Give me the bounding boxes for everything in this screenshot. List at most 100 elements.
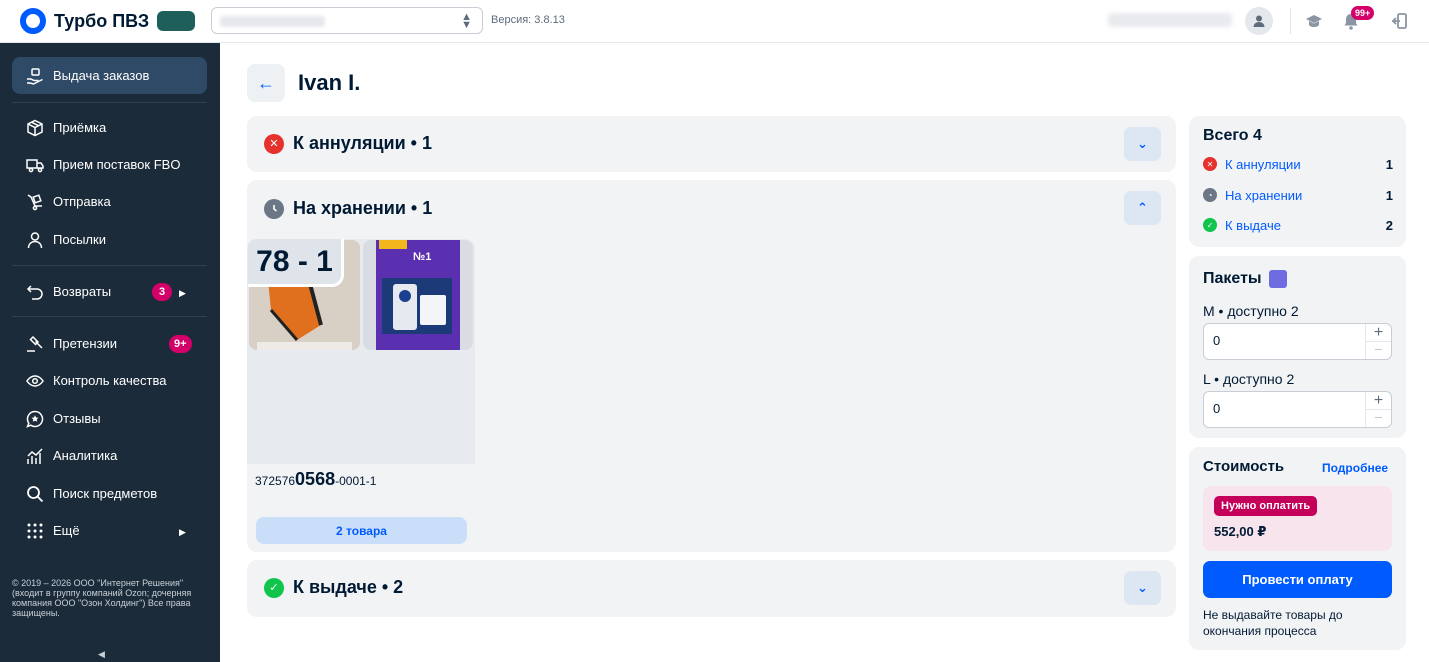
app-version: Версия: 3.8.13: [491, 14, 565, 26]
increment-m-button[interactable]: +: [1365, 324, 1391, 342]
chevron-right-icon: ▶: [179, 288, 186, 298]
pay-button[interactable]: Провести оплату: [1203, 561, 1392, 598]
claims-badge: 9+: [169, 335, 192, 353]
cost-title: Стоимость: [1203, 458, 1285, 475]
sidebar-item-returns[interactable]: Возвраты: [12, 273, 207, 310]
sidebar-item-reviews[interactable]: Отзывы: [12, 400, 207, 437]
items-count-button[interactable]: 2 товара: [256, 517, 467, 544]
sidebar-item-label: Аналитика: [53, 448, 118, 463]
package-l-input[interactable]: [1213, 401, 1333, 416]
user-icon: [1253, 15, 1265, 27]
hand-package-icon: [25, 66, 45, 86]
expand-cancel-button[interactable]: ⌄: [1124, 127, 1161, 161]
sidebar-divider: [12, 102, 207, 103]
packages-title: Пакеты: [1203, 270, 1262, 287]
updown-chevron-icon: ▲ ▼: [461, 11, 472, 31]
package-bag-icon: [1268, 270, 1287, 288]
sidebar-item-order-issue[interactable]: Выдача заказов: [12, 57, 207, 94]
group-issue: ✓ К выдаче • 2 ⌄: [247, 560, 1176, 617]
logo-ring-icon: [20, 8, 46, 34]
summary-row-count: 1: [1385, 187, 1393, 203]
dots-grid-icon: [25, 521, 45, 541]
sidebar-item-quality-control[interactable]: Контроль качества: [12, 362, 207, 399]
sidebar-divider: [12, 265, 207, 266]
payment-warning: Не выдавайте товары до окончания процесс…: [1203, 608, 1343, 638]
sidebar-item-label: Приёмка: [53, 120, 107, 135]
card-footer: 3725760568-0001-1 2 товара: [247, 464, 475, 551]
package-l-stepper[interactable]: + −: [1203, 391, 1392, 428]
summary-row-storage[interactable]: ◔ На хранении 1: [1203, 186, 1393, 204]
package-m-stepper[interactable]: + −: [1203, 323, 1392, 360]
chevron-up-icon: ⌃: [1137, 200, 1148, 215]
group-issue-title: К выдаче • 2: [293, 577, 404, 597]
summary-row-label: На хранении: [1225, 187, 1303, 203]
box-icon: [25, 118, 45, 138]
truck-icon: [25, 155, 45, 175]
person-icon: [25, 230, 45, 250]
svg-text:№1: №1: [413, 251, 431, 263]
decrement-m-button[interactable]: −: [1365, 342, 1391, 359]
group-cancel-title: К аннуляции • 1: [293, 133, 432, 153]
order-card[interactable]: 78 - 1 №1 3725760568-0001-1 2 товара: [247, 239, 475, 551]
package-m-label: M • доступно 2: [1203, 303, 1299, 319]
app-logo[interactable]: Турбо ПВЗ: [20, 8, 196, 34]
summary-panel: Всего 4 ✕ К аннуляции 1 ◔ На хранении 1 …: [1189, 116, 1406, 247]
group-storage-title: На хранении • 1: [293, 198, 433, 218]
group-issue-header[interactable]: ✓ К выдаче • 2: [264, 577, 403, 598]
increment-l-button[interactable]: +: [1365, 392, 1391, 410]
sidebar-item-label: Отзывы: [53, 411, 101, 426]
summary-title: Всего 4: [1203, 127, 1262, 144]
topbar-divider: [1290, 8, 1291, 34]
collapse-storage-button[interactable]: ⌃: [1124, 191, 1161, 225]
collapse-sidebar-icon[interactable]: ◀: [98, 649, 105, 660]
check-status-icon: ✓: [1203, 218, 1217, 232]
sidebar-item-parcels[interactable]: Посылки: [12, 221, 207, 258]
clock-status-icon: [264, 198, 284, 219]
sidebar-item-more[interactable]: Ещё: [12, 512, 207, 549]
chevron-right-icon: ▶: [179, 527, 186, 537]
page-title: Ivan I.: [298, 70, 361, 95]
sidebar-divider: [12, 316, 207, 317]
pvz-select[interactable]: ▲ ▼: [211, 7, 483, 34]
sidebar-item-shipping[interactable]: Отправка: [12, 183, 207, 220]
payment-due-box: Нужно оплатить 552,00 ₽: [1203, 486, 1392, 551]
sidebar-item-label: Ещё: [53, 523, 80, 538]
sidebar-item-label: Прием поставок FBO: [53, 157, 181, 172]
cell-number: 78 - 1: [248, 239, 344, 287]
check-status-icon: ✓: [264, 577, 284, 598]
payment-amount: 552,00 ₽: [1214, 524, 1267, 539]
summary-row-cancel[interactable]: ✕ К аннуляции 1: [1203, 155, 1393, 173]
chevron-down-icon: ⌄: [1137, 136, 1148, 151]
education-cap-icon[interactable]: [1303, 10, 1325, 32]
product-image: №1: [363, 240, 473, 350]
order-barcode: 3725760568-0001-1: [255, 469, 376, 490]
sidebar-item-label: Выдача заказов: [53, 68, 150, 83]
barcode-suffix: -0001-1: [335, 474, 377, 488]
sidebar-item-label: Посылки: [53, 232, 106, 247]
environment-badge: [157, 11, 196, 31]
sidebar-item-fbo-supply[interactable]: Прием поставок FBO: [12, 146, 207, 183]
sidebar-item-analytics[interactable]: Аналитика: [12, 437, 207, 474]
back-button[interactable]: ←: [247, 64, 285, 102]
summary-row-issue[interactable]: ✓ К выдаче 2: [1203, 216, 1393, 234]
cost-panel: Стоимость Подробнее Нужно оплатить 552,0…: [1189, 447, 1406, 650]
barcode-prefix: 372576: [255, 474, 296, 488]
expand-issue-button[interactable]: ⌄: [1124, 571, 1161, 605]
return-icon: [25, 282, 45, 302]
logout-icon[interactable]: [1388, 10, 1410, 32]
summary-row-count: 1: [1385, 156, 1393, 172]
group-cancel-header[interactable]: ✕ К аннуляции • 1: [264, 133, 432, 154]
group-storage-header[interactable]: На хранении • 1: [264, 198, 432, 219]
sidebar-item-search-items[interactable]: Поиск предметов: [12, 475, 207, 512]
star-chat-icon: [25, 409, 45, 429]
clock-status-icon: ◔: [1203, 188, 1217, 202]
sidebar-item-label: Претензии: [53, 336, 118, 351]
package-m-input[interactable]: [1213, 333, 1333, 348]
avatar[interactable]: [1245, 7, 1273, 35]
decrement-l-button[interactable]: −: [1365, 410, 1391, 427]
user-name: [1108, 13, 1232, 27]
sidebar-item-acceptance[interactable]: Приёмка: [12, 109, 207, 146]
cost-details-link[interactable]: Подробнее: [1322, 461, 1388, 475]
app-name: Турбо ПВЗ: [54, 10, 150, 31]
packages-header: Пакеты: [1203, 270, 1287, 288]
